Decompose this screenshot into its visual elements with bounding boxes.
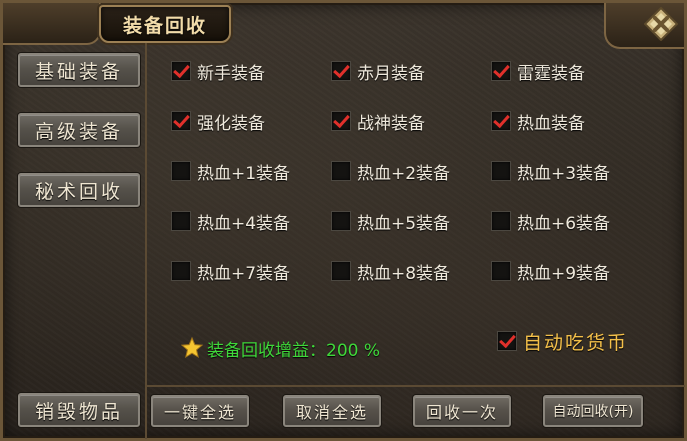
checkbox-box[interactable]	[331, 161, 351, 181]
option-label: 热血装备	[517, 113, 585, 134]
option-label: 热血+1装备	[197, 163, 291, 184]
bonus-text: 装备回收增益：200 %	[207, 340, 381, 361]
title-tab: 装备回收	[99, 5, 231, 43]
checkbox-box[interactable]	[497, 331, 517, 351]
checkbox-box[interactable]	[491, 261, 511, 281]
option-label: 热血+5装备	[357, 213, 451, 234]
checkbox-box[interactable]	[331, 261, 351, 281]
option-checkbox[interactable]: 热血+9装备	[491, 259, 611, 284]
checkbox-box[interactable]	[331, 61, 351, 81]
divider	[145, 385, 685, 387]
checkbox-box[interactable]	[171, 261, 191, 281]
sidebar-item-advanced-equipment[interactable]: 高级装备	[18, 113, 140, 147]
checkbox-box[interactable]	[171, 161, 191, 181]
select-all-button[interactable]: 一键全选	[151, 395, 249, 427]
option-checkbox[interactable]: 赤月装备	[331, 59, 425, 84]
option-label: 赤月装备	[357, 63, 425, 84]
option-label: 热血+9装备	[517, 263, 611, 284]
option-checkbox[interactable]: 热血+2装备	[331, 159, 451, 184]
category-sidebar: 基础装备 高级装备 秘术回收 销毁物品	[9, 43, 147, 439]
option-checkbox[interactable]: 热血+4装备	[171, 209, 291, 234]
option-label: 热血+8装备	[357, 263, 451, 284]
sidebar-item-secret-recycle[interactable]: 秘术回收	[18, 173, 140, 207]
checkbox-box[interactable]	[331, 211, 351, 231]
checkbox-box[interactable]	[491, 211, 511, 231]
checkbox-box[interactable]	[171, 61, 191, 81]
close-icon	[644, 7, 678, 41]
option-label: 热血+6装备	[517, 213, 611, 234]
option-checkbox[interactable]: 强化装备	[171, 109, 265, 134]
option-label: 热血+2装备	[357, 163, 451, 184]
option-checkbox[interactable]: 热血+8装备	[331, 259, 451, 284]
auto-collect-currency-toggle[interactable]: 自动吃货币	[497, 328, 628, 354]
option-checkbox[interactable]: 热血+5装备	[331, 209, 451, 234]
auto-recycle-button[interactable]: 自动回收(开)	[543, 395, 643, 427]
option-checkbox[interactable]: 热血装备	[491, 109, 585, 134]
option-label: 战神装备	[357, 113, 425, 134]
option-label: 热血+7装备	[197, 263, 291, 284]
star-icon	[181, 337, 203, 359]
option-checkbox[interactable]: 热血+6装备	[491, 209, 611, 234]
option-label: 雷霆装备	[517, 63, 585, 84]
destroy-items-button[interactable]: 销毁物品	[18, 393, 140, 427]
option-checkbox[interactable]: 雷霆装备	[491, 59, 585, 84]
auto-collect-currency-label: 自动吃货币	[523, 331, 629, 354]
checkbox-box[interactable]	[171, 111, 191, 131]
close-button[interactable]	[644, 7, 678, 41]
option-label: 强化装备	[197, 113, 265, 134]
option-label: 热血+4装备	[197, 213, 291, 234]
checkbox-box[interactable]	[491, 61, 511, 81]
checkbox-box[interactable]	[491, 161, 511, 181]
option-checkbox[interactable]: 热血+1装备	[171, 159, 291, 184]
checkbox-box[interactable]	[171, 211, 191, 231]
option-label: 新手装备	[197, 63, 265, 84]
option-checkbox[interactable]: 新手装备	[171, 59, 265, 84]
option-checkbox[interactable]: 热血+7装备	[171, 259, 291, 284]
recycle-bonus: 装备回收增益：200 %	[181, 336, 381, 361]
option-checkbox[interactable]: 战神装备	[331, 109, 425, 134]
recycle-once-button[interactable]: 回收一次	[413, 395, 511, 427]
header-ornament-left	[3, 3, 101, 45]
sidebar-item-basic-equipment[interactable]: 基础装备	[18, 53, 140, 87]
checkbox-box[interactable]	[491, 111, 511, 131]
option-label: 热血+3装备	[517, 163, 611, 184]
recycle-panel: 装备回收 基础装备 高级装备 秘术回收 销毁物品 新手装备 赤月装备 雷霆装备 …	[0, 0, 687, 441]
deselect-all-button[interactable]: 取消全选	[283, 395, 381, 427]
checkbox-box[interactable]	[331, 111, 351, 131]
option-checkbox[interactable]: 热血+3装备	[491, 159, 611, 184]
page-title: 装备回收	[122, 14, 207, 37]
